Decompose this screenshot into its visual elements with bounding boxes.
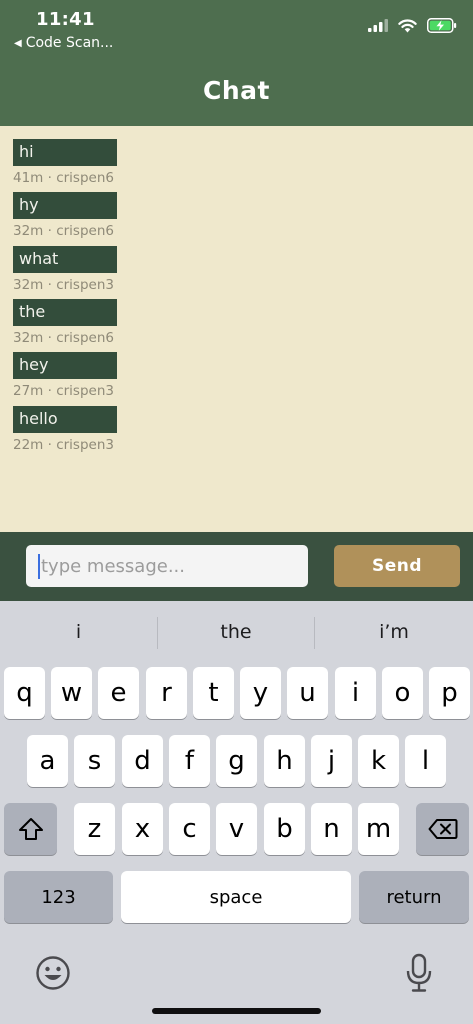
message-item: what 32m · crispen3 xyxy=(13,246,117,293)
key-k[interactable]: k xyxy=(358,735,399,787)
message-meta: 22m · crispen3 xyxy=(13,437,114,453)
key-g[interactable]: g xyxy=(216,735,257,787)
key-d[interactable]: d xyxy=(122,735,163,787)
key-e[interactable]: e xyxy=(98,667,139,719)
key-l[interactable]: l xyxy=(405,735,446,787)
message-bubble: the xyxy=(13,299,117,326)
key-a[interactable]: a xyxy=(27,735,68,787)
message-meta: 27m · crispen3 xyxy=(13,383,114,399)
suggestion-2[interactable]: the xyxy=(158,613,314,651)
shift-key[interactable] xyxy=(4,803,57,855)
onscreen-keyboard: i the i’m q w e r t y u i o p a s d f g … xyxy=(0,601,473,1024)
key-y[interactable]: y xyxy=(240,667,281,719)
signal-icon xyxy=(368,19,388,32)
header-bar: 11:41 ◀ Code Scan... Chat xyxy=(0,0,473,126)
text-caret xyxy=(38,553,40,579)
numbers-key[interactable]: 123 xyxy=(4,871,113,923)
key-b[interactable]: b xyxy=(264,803,305,855)
key-h[interactable]: h xyxy=(264,735,305,787)
message-input[interactable]: type message... xyxy=(26,545,308,587)
message-bubble: hy xyxy=(13,192,117,219)
message-meta: 32m · crispen6 xyxy=(13,330,114,346)
composer-bar: type message... Send xyxy=(0,532,473,601)
message-list: hi 41m · crispen6 hy 32m · crispen6 what… xyxy=(0,126,473,532)
key-t[interactable]: t xyxy=(193,667,234,719)
key-c[interactable]: c xyxy=(169,803,210,855)
key-s[interactable]: s xyxy=(74,735,115,787)
delete-key[interactable] xyxy=(416,803,469,855)
message-bubble: what xyxy=(13,246,117,273)
suggestion-3[interactable]: i’m xyxy=(315,613,473,651)
return-key[interactable]: return xyxy=(359,871,469,923)
message-meta: 32m · crispen6 xyxy=(13,223,114,239)
key-i[interactable]: i xyxy=(335,667,376,719)
message-bubble: hey xyxy=(13,352,117,379)
message-item: hello 22m · crispen3 xyxy=(13,406,117,453)
message-item: the 32m · crispen6 xyxy=(13,299,117,346)
message-meta: 41m · crispen6 xyxy=(13,170,114,186)
key-w[interactable]: w xyxy=(51,667,92,719)
key-z[interactable]: z xyxy=(74,803,115,855)
back-app-label: Code Scan... xyxy=(25,35,114,51)
send-button[interactable]: Send xyxy=(334,545,460,587)
wifi-icon xyxy=(398,18,417,32)
emoji-icon[interactable] xyxy=(35,955,71,991)
page-title: Chat xyxy=(203,76,270,105)
microphone-icon[interactable] xyxy=(405,953,433,993)
key-v[interactable]: v xyxy=(216,803,257,855)
suggestion-1[interactable]: i xyxy=(0,613,157,651)
home-indicator[interactable] xyxy=(152,1008,321,1014)
status-time: 11:41 xyxy=(36,9,95,30)
battery-charging-icon xyxy=(427,18,457,33)
key-j[interactable]: j xyxy=(311,735,352,787)
message-item: hey 27m · crispen3 xyxy=(13,352,117,399)
key-q[interactable]: q xyxy=(4,667,45,719)
message-item: hy 32m · crispen6 xyxy=(13,192,117,239)
message-bubble: hi xyxy=(13,139,117,166)
back-triangle-icon: ◀ xyxy=(14,37,22,49)
backspace-icon xyxy=(428,819,457,839)
key-m[interactable]: m xyxy=(358,803,399,855)
key-r[interactable]: r xyxy=(146,667,187,719)
key-p[interactable]: p xyxy=(429,667,470,719)
status-icons xyxy=(368,18,457,33)
message-bubble: hello xyxy=(13,406,117,433)
shift-arrow-icon xyxy=(18,818,43,840)
message-input-placeholder: type message... xyxy=(41,555,185,577)
key-u[interactable]: u xyxy=(287,667,328,719)
key-n[interactable]: n xyxy=(311,803,352,855)
key-f[interactable]: f xyxy=(169,735,210,787)
back-to-app-link[interactable]: ◀ Code Scan... xyxy=(14,35,113,51)
space-key[interactable]: space xyxy=(121,871,351,923)
key-o[interactable]: o xyxy=(382,667,423,719)
key-x[interactable]: x xyxy=(122,803,163,855)
message-item: hi 41m · crispen6 xyxy=(13,139,117,186)
message-meta: 32m · crispen3 xyxy=(13,277,114,293)
